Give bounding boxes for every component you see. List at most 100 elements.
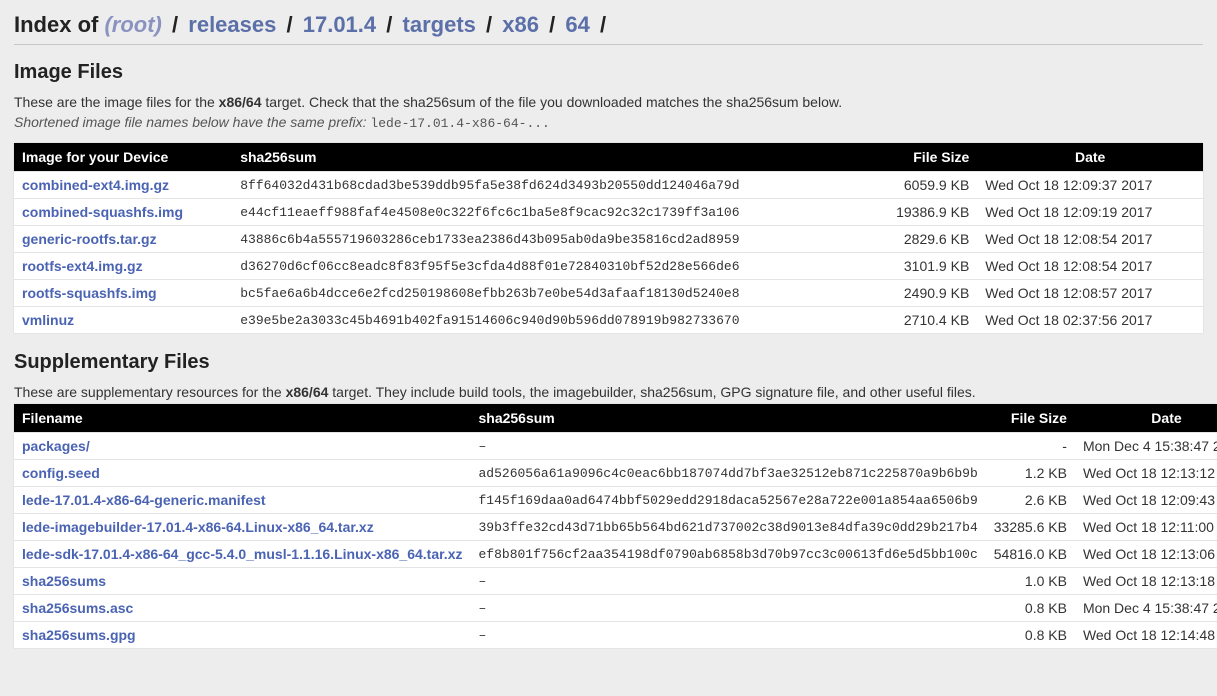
date-cell: Wed Oct 18 12:09:43 2017 xyxy=(1075,487,1217,514)
breadcrumb-link[interactable]: 17.01.4 xyxy=(303,12,376,37)
file-link[interactable]: lede-imagebuilder-17.01.4-x86-64.Linux-x… xyxy=(22,519,374,535)
date-cell: Mon Dec 4 15:38:47 2017 xyxy=(1075,595,1217,622)
breadcrumb-sep: / xyxy=(386,12,392,37)
date-cell: Mon Dec 4 15:38:47 2017 xyxy=(1075,433,1217,460)
table-header-row: Filename sha256sum File Size Date xyxy=(14,404,1217,433)
table-row: generic-rootfs.tar.gz 43886c6b4a555719603… xyxy=(14,226,1203,253)
sha-cell: ef8b801f756cf2aa354198df0790ab6858b3d70b… xyxy=(470,541,985,568)
table-row: rootfs-ext4.img.gz d36270d6cf06cc8eadc8f8… xyxy=(14,253,1203,280)
file-link[interactable]: sha256sums.asc xyxy=(22,600,133,616)
table-row: packages/–-Mon Dec 4 15:38:47 2017 xyxy=(14,433,1217,460)
date-cell: Wed Oct 18 12:13:06 2017 xyxy=(1075,541,1217,568)
file-link[interactable]: config.seed xyxy=(22,465,100,481)
breadcrumb-link[interactable]: x86 xyxy=(502,12,539,37)
col-date: Date xyxy=(977,143,1203,172)
date-cell: Wed Oct 18 12:08:57 2017 xyxy=(977,280,1203,307)
table-row: sha256sums –1.0 KBWed Oct 18 12:13:18 201… xyxy=(14,568,1217,595)
breadcrumb-sep: / xyxy=(286,12,292,37)
image-files-heading: Image Files xyxy=(14,61,1203,84)
col-device: Image for your Device xyxy=(14,143,232,172)
file-link[interactable]: lede-sdk-17.01.4-x86-64_gcc-5.4.0_musl-1… xyxy=(22,546,462,562)
file-link[interactable]: rootfs-ext4.img.gz xyxy=(22,258,143,274)
sha-cell: – xyxy=(470,568,985,595)
breadcrumb-link[interactable]: releases xyxy=(188,12,276,37)
breadcrumb-link[interactable]: targets xyxy=(403,12,476,37)
date-cell: Wed Oct 18 12:09:19 2017 xyxy=(977,199,1203,226)
size-cell: 1.2 KB xyxy=(986,460,1075,487)
file-link[interactable]: combined-squashfs.img xyxy=(22,204,183,220)
col-date: Date xyxy=(1075,404,1217,433)
table-row: lede-sdk-17.01.4-x86-64_gcc-5.4.0_musl-1… xyxy=(14,541,1217,568)
col-size: File Size xyxy=(867,143,977,172)
table-row: sha256sums.asc –0.8 KBMon Dec 4 15:38:47 … xyxy=(14,595,1217,622)
table-row: rootfs-squashfs.img bc5fae6a6b4dcce6e2fcd… xyxy=(14,280,1203,307)
image-files-note: Shortened image file names below have th… xyxy=(14,114,1203,131)
date-cell: Wed Oct 18 12:09:37 2017 xyxy=(977,172,1203,199)
table-row: lede-imagebuilder-17.01.4-x86-64.Linux-x… xyxy=(14,514,1217,541)
col-size: File Size xyxy=(986,404,1075,433)
file-link[interactable]: sha256sums.gpg xyxy=(22,627,136,643)
breadcrumb-sep: / xyxy=(600,12,606,37)
sha-cell: – xyxy=(470,622,985,649)
size-cell: 3101.9 KB xyxy=(867,253,977,280)
table-row: combined-ext4.img.gz 8ff64032d431b68cdad3… xyxy=(14,172,1203,199)
breadcrumb-link[interactable]: 64 xyxy=(565,12,589,37)
title-prefix: Index of xyxy=(14,12,98,37)
size-cell: 54816.0 KB xyxy=(986,541,1075,568)
table-header-row: Image for your Device sha256sum File Siz… xyxy=(14,143,1203,172)
breadcrumb-link[interactable]: (root) xyxy=(104,12,161,37)
breadcrumb-sep: / xyxy=(486,12,492,37)
size-cell: 2710.4 KB xyxy=(867,307,977,334)
size-cell: 2490.9 KB xyxy=(867,280,977,307)
sha-cell: bc5fae6a6b4dcce6e2fcd250198608efbb263b7e… xyxy=(232,280,867,307)
date-cell: Wed Oct 18 12:13:12 2017 xyxy=(1075,460,1217,487)
sha-cell: – xyxy=(470,595,985,622)
page-container: Index of (root) / releases / 17.01.4 / t… xyxy=(0,0,1217,696)
sha-cell: d36270d6cf06cc8eadc8f83f95f5e3cfda4d88f0… xyxy=(232,253,867,280)
date-cell: Wed Oct 18 12:08:54 2017 xyxy=(977,226,1203,253)
file-link[interactable]: lede-17.01.4-x86-64-generic.manifest xyxy=(22,492,266,508)
breadcrumb-sep: / xyxy=(172,12,178,37)
date-cell: Wed Oct 18 12:14:48 2017 xyxy=(1075,622,1217,649)
size-cell: 2.6 KB xyxy=(986,487,1075,514)
file-link[interactable]: sha256sums xyxy=(22,573,106,589)
page-title: Index of (root) / releases / 17.01.4 / t… xyxy=(14,12,1203,38)
sha-cell: 8ff64032d431b68cdad3be539ddb95fa5e38fd62… xyxy=(232,172,867,199)
size-cell: 0.8 KB xyxy=(986,622,1075,649)
image-files-desc: These are the image files for the x86/64… xyxy=(14,94,1203,110)
size-cell: 19386.9 KB xyxy=(867,199,977,226)
size-cell: 1.0 KB xyxy=(986,568,1075,595)
file-link[interactable]: rootfs-squashfs.img xyxy=(22,285,157,301)
size-cell: 0.8 KB xyxy=(986,595,1075,622)
col-sha: sha256sum xyxy=(470,404,985,433)
file-link[interactable]: combined-ext4.img.gz xyxy=(22,177,169,193)
supp-files-table: Filename sha256sum File Size Date packag… xyxy=(14,404,1217,648)
date-cell: Wed Oct 18 02:37:56 2017 xyxy=(977,307,1203,334)
supp-files-heading: Supplementary Files xyxy=(14,351,1203,374)
size-cell: 33285.6 KB xyxy=(986,514,1075,541)
col-sha: sha256sum xyxy=(232,143,867,172)
sha-cell: ad526056a61a9096c4c0eac6bb187074dd7bf3ae… xyxy=(470,460,985,487)
table-row: config.seed ad526056a61a9096c4c0eac6bb187… xyxy=(14,460,1217,487)
date-cell: Wed Oct 18 12:11:00 2017 xyxy=(1075,514,1217,541)
sha-cell: 43886c6b4a555719603286ceb1733ea2386d43b0… xyxy=(232,226,867,253)
table-row: vmlinuz e39e5be2a3033c45b4691b402fa915146… xyxy=(14,307,1203,334)
sha-cell: e44cf11eaeff988faf4e4508e0c322f6fc6c1ba5… xyxy=(232,199,867,226)
sha-cell: f145f169daa0ad6474bbf5029edd2918daca5256… xyxy=(470,487,985,514)
col-filename: Filename xyxy=(14,404,470,433)
image-files-table: Image for your Device sha256sum File Siz… xyxy=(14,143,1203,333)
file-link[interactable]: packages/ xyxy=(22,438,90,454)
table-row: lede-17.01.4-x86-64-generic.manifest f145… xyxy=(14,487,1217,514)
file-link[interactable]: generic-rootfs.tar.gz xyxy=(22,231,157,247)
sha-cell: 39b3ffe32cd43d71bb65b564bd621d737002c38d… xyxy=(470,514,985,541)
size-cell: 2829.6 KB xyxy=(867,226,977,253)
table-row: combined-squashfs.img e44cf11eaeff988faf4… xyxy=(14,199,1203,226)
sha-cell: – xyxy=(470,433,985,460)
divider xyxy=(14,44,1203,45)
file-link[interactable]: vmlinuz xyxy=(22,312,74,328)
date-cell: Wed Oct 18 12:08:54 2017 xyxy=(977,253,1203,280)
breadcrumb: (root) / releases / 17.01.4 / targets / … xyxy=(104,12,610,37)
sha-cell: e39e5be2a3033c45b4691b402fa91514606c940d… xyxy=(232,307,867,334)
date-cell: Wed Oct 18 12:13:18 2017 xyxy=(1075,568,1217,595)
size-cell: 6059.9 KB xyxy=(867,172,977,199)
